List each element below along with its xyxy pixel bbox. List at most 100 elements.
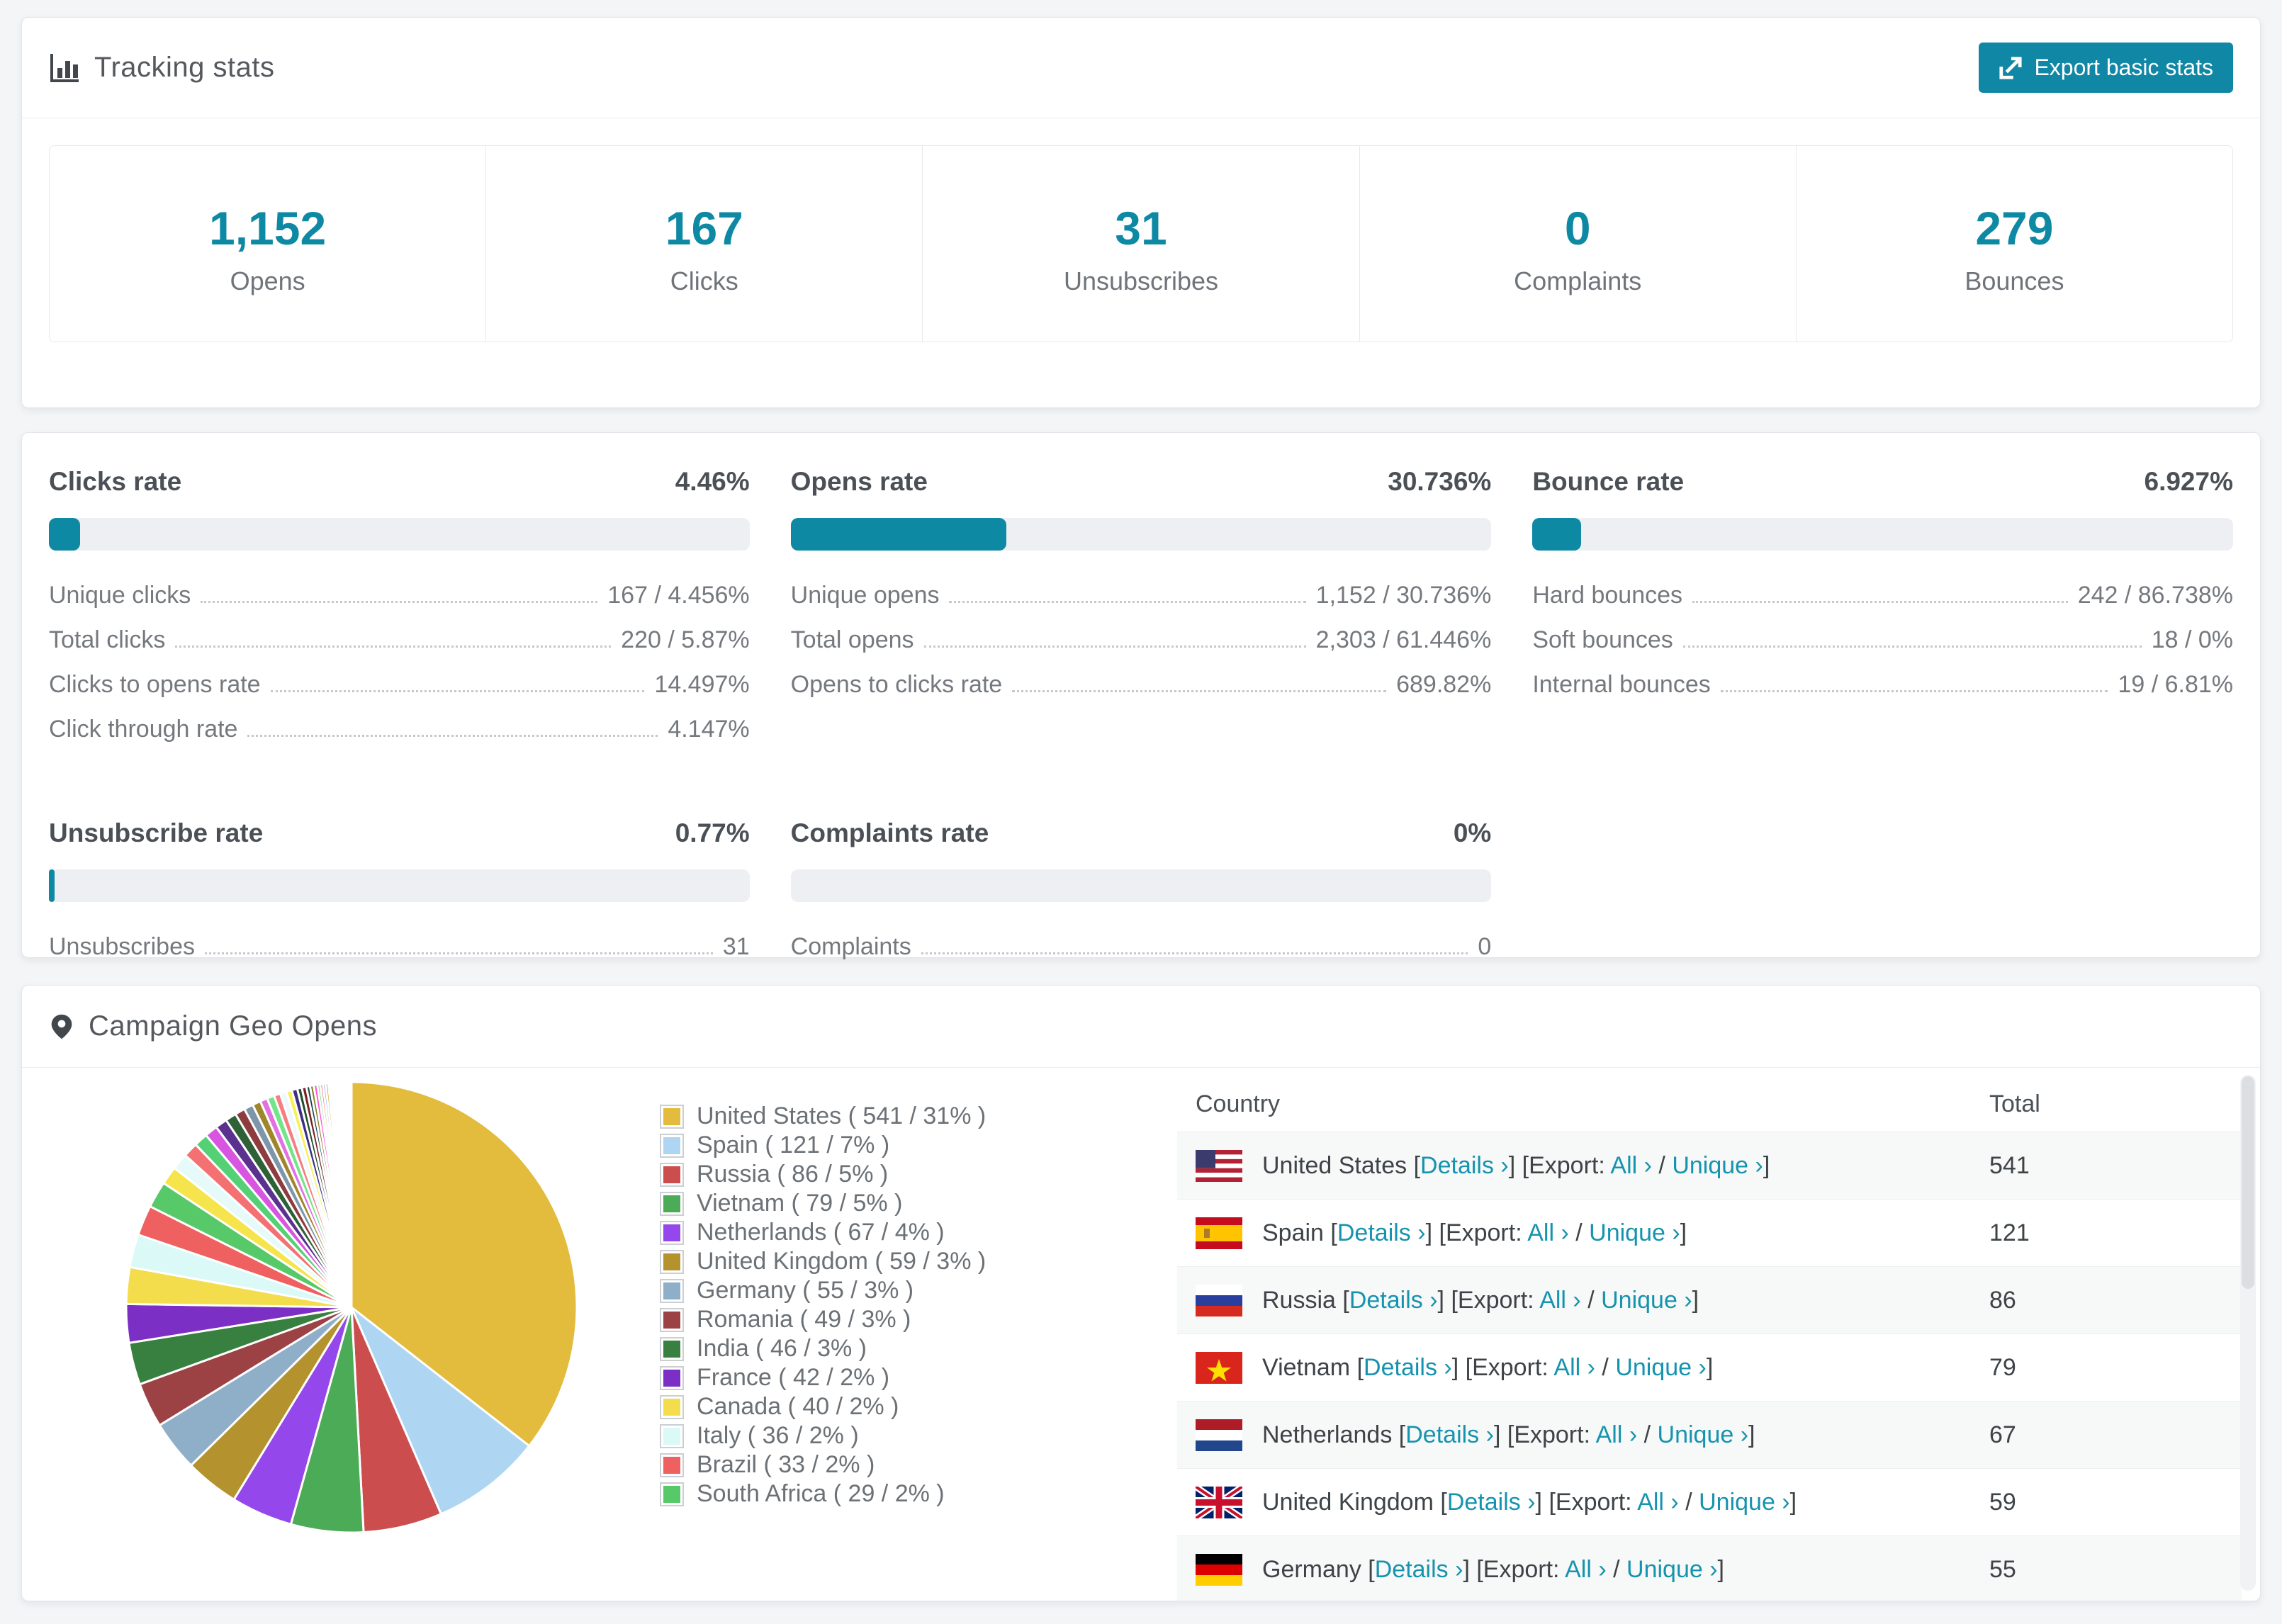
rate-stat-label: Unsubscribes [49,933,195,961]
export-basic-stats-button[interactable]: Export basic stats [1979,43,2233,93]
details-link[interactable]: Details › [1337,1219,1426,1246]
rate-stat-value: 242 / 86.738% [2077,582,2233,609]
export-all-link[interactable]: All › [1637,1489,1679,1516]
legend-color-swatch [660,1162,684,1187]
details-link[interactable]: Details › [1405,1421,1494,1448]
bracket: [ [1413,1151,1421,1179]
export-unique-link[interactable]: Unique › [1699,1489,1790,1516]
details-link[interactable]: Details › [1364,1354,1452,1381]
bracket: [ [1476,1555,1483,1583]
rate-stat-row: Internal bounces 19 / 6.81% [1532,671,2233,699]
flag-de-icon [1196,1553,1242,1586]
export-label: Export: [1472,1353,1548,1381]
dotted-leader [204,952,713,955]
legend-label: Italy ( 36 / 2% ) [697,1422,859,1449]
page-title: Tracking stats [94,52,275,83]
stat-value: 167 [665,202,743,254]
bracket: [ [1548,1488,1556,1516]
rate-progress-fill [49,518,81,551]
legend-label: United States ( 541 / 31% ) [697,1103,987,1129]
bracket: [ [1398,1421,1406,1448]
details-link[interactable]: Details › [1447,1489,1536,1516]
bracket: [ [1465,1353,1473,1381]
export-all-link[interactable]: All › [1553,1354,1595,1381]
bracket: ] [1535,1488,1542,1516]
stat-label: Opens [230,266,305,295]
pie-slice-other[interactable] [349,1081,353,1309]
bracket: ] [1789,1488,1797,1516]
country-row-text: Russia [Details ›] [Export: All › / Uniq… [1262,1287,1699,1314]
country-name: Germany [1262,1555,1361,1583]
rate-stat-label: Unique opens [790,582,940,609]
total-column-header: Total [1989,1090,2040,1117]
rate-title: Complaints rate [790,818,989,848]
dotted-leader [1012,690,1387,693]
geo-table-row: Russia [Details ›] [Export: All › / Uniq… [1177,1266,2242,1333]
bracket: ] [1763,1151,1770,1179]
rate-stat-row: Hard bounces 242 / 86.738% [1532,582,2233,609]
legend-color-swatch [660,1278,684,1303]
rate-stat-row: Opens to clicks rate 689.82% [791,671,1492,699]
legend-item: Brazil ( 33 / 2% ) [660,1450,986,1479]
rate-block: Unsubscribe rate 0.77% Unsubscribes 31 [49,818,750,978]
country-cell: Russia [Details ›] [Export: All › / Uniq… [1196,1284,1989,1316]
bracket: [ [1440,1488,1447,1516]
legend-item: Canada ( 40 / 2% ) [660,1392,986,1421]
bracket: [ [1451,1286,1458,1314]
legend-label: Netherlands ( 67 / 4% ) [697,1219,945,1246]
bracket: ] [1463,1555,1470,1583]
export-unique-link[interactable]: Unique › [1626,1556,1718,1583]
details-link[interactable]: Details › [1349,1287,1438,1314]
flag-us-icon [1196,1149,1242,1182]
geo-table-body: United States [Details ›] [Export: All ›… [1177,1132,2242,1601]
country-cell: Germany [Details ›] [Export: All › / Uni… [1196,1553,1989,1586]
export-label: Export: [1555,1488,1632,1516]
flag-ru-icon [1196,1284,1242,1316]
legend-color-swatch [660,1249,684,1274]
rate-block: Bounce rate 6.927% Hard bounces 242 / 86… [1532,467,2233,760]
export-unique-link[interactable]: Unique › [1615,1354,1707,1381]
rate-title: Bounce rate [1532,467,1685,496]
geo-opens-content: United States ( 541 / 31% ) Spain ( 121 … [22,1068,2260,1601]
export-unique-link[interactable]: Unique › [1601,1287,1692,1314]
export-unique-link[interactable]: Unique › [1658,1421,1749,1448]
bracket: [ [1330,1219,1337,1246]
rate-stat-value: 689.82% [1396,671,1492,699]
country-row-text: Netherlands [Details ›] [Export: All › /… [1262,1421,1755,1449]
geo-table-scrollbar[interactable] [2240,1075,2256,1591]
flag-es-icon [1196,1217,1242,1249]
total-cell: 79 [1989,1353,2016,1381]
export-all-link[interactable]: All › [1527,1219,1569,1246]
export-all-link[interactable]: All › [1596,1421,1638,1448]
stat-value: 1,152 [209,202,327,254]
rate-title: Clicks rate [49,467,182,496]
legend-label: South Africa ( 29 / 2% ) [697,1480,945,1507]
rate-block: Opens rate 30.736% Unique opens 1,152 / … [790,467,1492,760]
bracket: [ [1356,1353,1364,1381]
scrollbar-thumb[interactable] [2242,1076,2254,1289]
rate-stat-row: Soft bounces 18 / 0% [1532,626,2233,654]
rates-panel: Clicks rate 4.46% Unique clicks 167 / 4.… [21,432,2261,960]
details-link[interactable]: Details › [1420,1152,1509,1179]
legend-label: Russia ( 86 / 5% ) [697,1161,889,1188]
bracket: [ [1342,1286,1349,1314]
geo-opens-title: Campaign Geo Opens [89,1010,378,1042]
tracking-stats-panel: Tracking stats Export basic stats 1,152 … [21,17,2261,408]
export-all-link[interactable]: All › [1539,1287,1581,1314]
country-name: United States [1262,1151,1407,1179]
bracket: ] [1706,1353,1714,1381]
rate-block: Clicks rate 4.46% Unique clicks 167 / 4.… [49,467,750,760]
details-link[interactable]: Details › [1375,1556,1463,1583]
export-unique-link[interactable]: Unique › [1589,1219,1680,1246]
separator: / [1658,1151,1665,1179]
rate-stat-row: Complaints 0 [791,933,1492,961]
rate-stat-value: 18 / 0% [2151,626,2233,654]
rates-grid: Clicks rate 4.46% Unique clicks 167 / 4.… [22,433,2260,978]
export-unique-link[interactable]: Unique › [1672,1152,1763,1179]
dotted-leader [949,601,1306,604]
legend-label: Spain ( 121 / 7% ) [697,1132,890,1158]
legend-item: Italy ( 36 / 2% ) [660,1421,986,1450]
export-all-link[interactable]: All › [1565,1556,1607,1583]
export-all-link[interactable]: All › [1610,1152,1652,1179]
summary-stat-cell: 0 Complaints [1359,146,1796,342]
